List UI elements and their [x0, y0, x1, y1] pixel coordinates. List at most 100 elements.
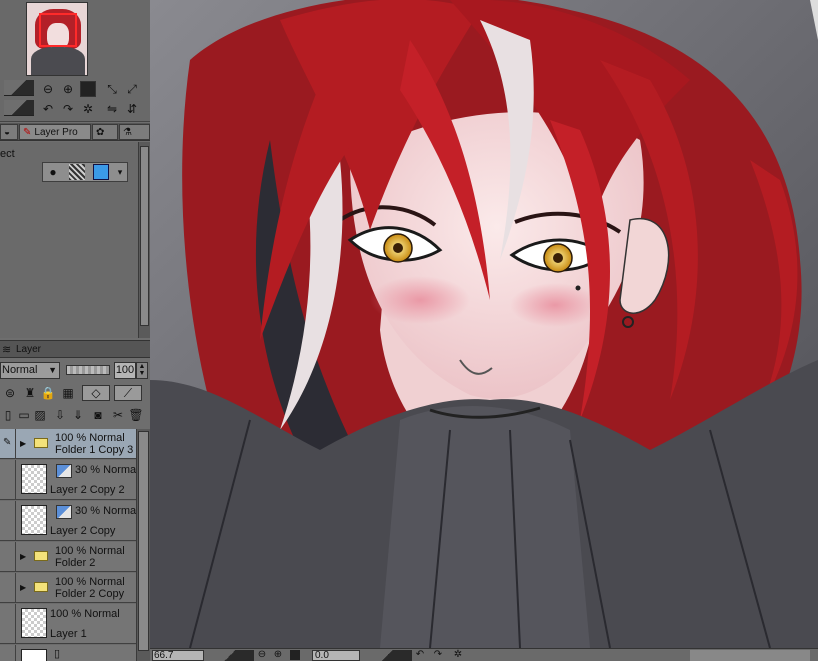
navigator-rotate-slider[interactable] [4, 100, 34, 116]
border-effect-icon[interactable]: ● [45, 164, 61, 180]
blend-row: Normal ▼ 100 ▲ ▼ [0, 361, 150, 381]
ruler-range-icon[interactable]: ⟋ [114, 385, 142, 401]
layer-name: Layer 2 Copy 2 [50, 484, 125, 496]
palette-icon: ✿ [96, 126, 105, 138]
layer-mode: 30 % Normal [75, 505, 139, 517]
layer-panel-header: ≋ Layer [0, 340, 150, 358]
layer-mask-icon[interactable]: ◙ [90, 407, 106, 423]
actual-size-icon[interactable] [290, 650, 300, 660]
layer-mode: 100 % Normal [55, 432, 125, 444]
blend-mode-select[interactable]: Normal ▼ [0, 362, 60, 379]
expand-arrow-icon[interactable]: ▶ [20, 552, 26, 561]
rotate-left-icon[interactable]: ↶ [40, 101, 56, 117]
layer-tab-label[interactable]: Layer [16, 344, 41, 355]
zoom-out-icon[interactable]: ⊖ [256, 649, 268, 661]
tab-tool-property[interactable]: ◒ [0, 124, 18, 140]
rotate-right-icon[interactable]: ↷ [432, 649, 444, 661]
zoom-slider[interactable] [206, 650, 254, 661]
layer-lock-row: ⊜ ♜ 🔒 ▦ ◇ ⟋ [0, 382, 150, 404]
rotation-input[interactable]: 0.0 [312, 650, 360, 661]
navigator-zoom-slider[interactable] [4, 80, 34, 96]
layer-thumbnail [21, 649, 47, 661]
layer-thumbnail [21, 505, 47, 535]
new-raster-layer-icon[interactable]: ▯ [0, 407, 16, 423]
layer-row[interactable]: 30 % Normal Layer 2 Copy [0, 501, 139, 541]
new-folder-icon[interactable]: ▨ [32, 407, 48, 423]
canvas-h-scrollbar[interactable] [690, 650, 810, 661]
layer-mode: 30 % Normal [75, 464, 139, 476]
zoom-in-icon[interactable]: ⊕ [272, 649, 284, 661]
layer-mode: 100 % Normal [55, 576, 125, 588]
effect-buttons: ● ▾ [42, 162, 128, 182]
new-vector-layer-icon[interactable]: ▭ [16, 407, 32, 423]
layer-color-icon[interactable] [93, 164, 109, 180]
layer-row[interactable]: 100 % Normal Layer 1 [0, 604, 136, 644]
rotation-slider[interactable] [362, 650, 412, 661]
clip-icon[interactable]: ⊜ [2, 385, 18, 401]
rotate-left-icon[interactable]: ↶ [414, 649, 426, 661]
opacity-input[interactable]: 100 [114, 362, 136, 379]
navigator-panel: ⊖ ⊕ ⤡ ⤢ ↶ ↷ ✲ ⇋ ⇵ [0, 0, 150, 122]
mask-icon [56, 464, 72, 478]
reset-rotation-icon[interactable]: ✲ [80, 101, 96, 117]
reference-icon[interactable]: ♜ [22, 385, 38, 401]
visibility-toggle[interactable] [0, 460, 16, 499]
combine-down-icon[interactable]: ⇓ [70, 407, 86, 423]
flip-horizontal-icon[interactable]: ⇋ [104, 101, 120, 117]
transfer-down-icon[interactable]: ⇩ [52, 407, 68, 423]
lock-icon[interactable]: 🔒 [40, 385, 56, 401]
layer-scroll-thumb[interactable] [138, 431, 149, 651]
chevron-down-icon[interactable]: ▾ [112, 164, 128, 180]
property-scroll-thumb[interactable] [140, 146, 149, 326]
visibility-toggle[interactable] [0, 604, 16, 643]
fit-window-icon[interactable]: ⤡ [104, 81, 120, 97]
reset-rotation-icon[interactable]: ✲ [452, 649, 464, 661]
zoom-in-icon[interactable]: ⊕ [60, 81, 76, 97]
layer-name: Layer 2 Copy [50, 525, 116, 537]
flip-vertical-icon[interactable]: ⇵ [124, 101, 140, 117]
zoom-input[interactable]: 66.7 [152, 650, 204, 661]
visibility-toggle[interactable] [0, 542, 16, 571]
layer-name: Folder 1 Copy 3 [55, 444, 134, 456]
layer-name: Folder 2 Copy [55, 588, 125, 600]
layer-row[interactable]: ▶ 100 % Normal Folder 2 [0, 542, 136, 572]
navigator-preview[interactable] [26, 2, 88, 76]
layer-row[interactable]: 30 % Normal Layer 2 Copy 2 [0, 460, 139, 500]
left-panel: ⊖ ⊕ ⤡ ⤢ ↶ ↷ ✲ ⇋ ⇵ ◒ ✎ Layer Pro ✿ ⚗ ect … [0, 0, 150, 661]
tab-material[interactable]: ⚗ [119, 124, 150, 140]
visibility-toggle[interactable] [0, 645, 16, 661]
tone-effect-icon[interactable] [69, 164, 85, 180]
visibility-toggle[interactable] [0, 501, 16, 540]
tab-color[interactable]: ✿ [92, 124, 118, 140]
property-scrollbar[interactable] [138, 142, 150, 338]
canvas-area[interactable] [150, 0, 818, 648]
opacity-slider[interactable] [66, 365, 110, 375]
lock-transparency-icon[interactable]: ▦ [60, 385, 76, 401]
layer-name: Layer 1 [50, 628, 87, 640]
apply-mask-icon[interactable]: ✂ [110, 407, 126, 423]
layer-property-panel: ect ● ▾ [0, 142, 150, 338]
fit-navigator-icon[interactable]: ⤢ [124, 81, 140, 97]
mask-enable-icon[interactable]: ◇ [82, 385, 110, 401]
rotate-right-icon[interactable]: ↷ [60, 101, 76, 117]
navigator-view-frame[interactable] [39, 13, 77, 47]
chevron-down-icon: ▼ [48, 365, 57, 375]
expand-arrow-icon[interactable]: ▶ [20, 583, 26, 592]
delete-layer-icon[interactable]: 🗑 [128, 407, 144, 423]
effect-label: ect [0, 148, 15, 160]
layer-row[interactable]: ▯ [0, 645, 136, 661]
opacity-spinner[interactable]: ▲ ▼ [136, 362, 148, 379]
artwork-illustration[interactable] [150, 0, 818, 648]
property-tabbar: ◒ ✎ Layer Pro ✿ ⚗ [0, 123, 150, 141]
zoom-out-icon[interactable]: ⊖ [40, 81, 56, 97]
blend-mode-value: Normal [2, 364, 38, 376]
tab-layer-property[interactable]: ✎ Layer Pro [19, 124, 91, 140]
folder-icon [34, 551, 48, 561]
layer-row[interactable]: ✎ ▶ 100 % Normal Folder 1 Copy 3 [0, 429, 136, 459]
actual-pixels-icon[interactable] [80, 81, 96, 97]
visibility-toggle[interactable] [0, 573, 16, 602]
visibility-toggle[interactable]: ✎ [0, 429, 16, 458]
layer-scrollbar[interactable] [136, 429, 150, 661]
layer-row[interactable]: ▶ 100 % Normal Folder 2 Copy [0, 573, 136, 603]
expand-arrow-icon[interactable]: ▶ [20, 439, 26, 448]
